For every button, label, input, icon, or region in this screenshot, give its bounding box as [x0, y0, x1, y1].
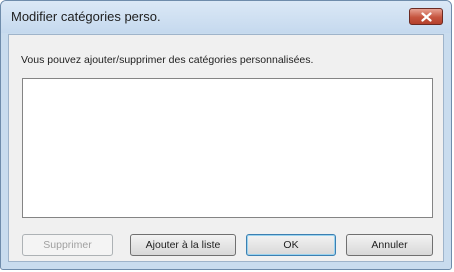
ok-button[interactable]: OK — [246, 234, 336, 256]
dialog-window: Modifier catégories perso. Vous pouvez a… — [0, 0, 452, 270]
dialog-body: Vous pouvez ajouter/supprimer des catégo… — [8, 34, 444, 262]
description-text: Vous pouvez ajouter/supprimer des catégo… — [21, 54, 314, 66]
categories-listbox[interactable] — [22, 78, 433, 218]
add-to-list-button[interactable]: Ajouter à la liste — [130, 234, 236, 256]
delete-button[interactable]: Supprimer — [22, 234, 113, 256]
close-button[interactable] — [409, 8, 443, 25]
title-bar[interactable]: Modifier catégories perso. — [1, 1, 451, 33]
close-icon — [421, 12, 432, 22]
cancel-button[interactable]: Annuler — [346, 234, 433, 256]
window-title: Modifier catégories perso. — [11, 9, 161, 24]
